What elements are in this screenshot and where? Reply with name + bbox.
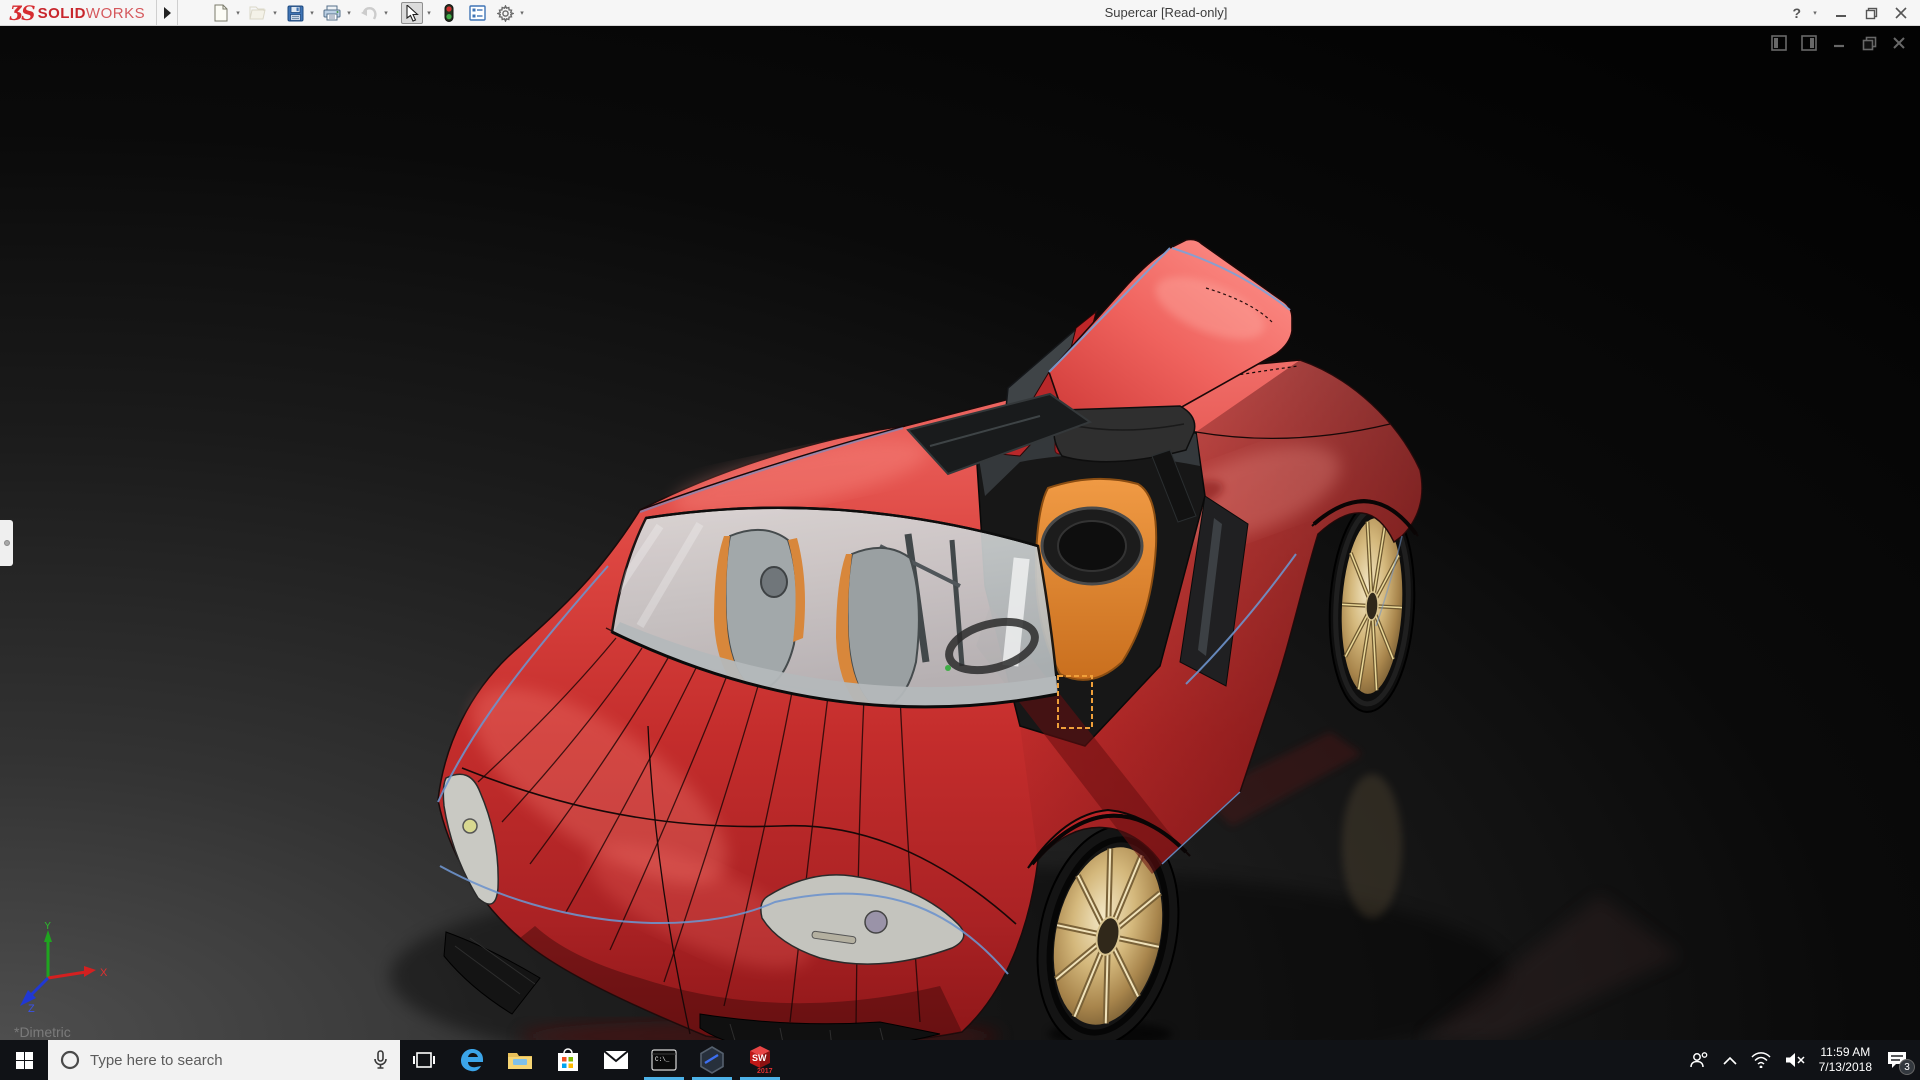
- solidworks-logo-glyph: ƷS: [10, 1, 34, 25]
- taskbar-app-mail[interactable]: [592, 1040, 640, 1080]
- document-title: Supercar [Read-only]: [1046, 0, 1286, 26]
- view-orientation-label: *Dimetric: [14, 1024, 71, 1040]
- taskbar-app-edge[interactable]: [448, 1040, 496, 1080]
- task-view-icon: [413, 1051, 435, 1069]
- options-button[interactable]: [494, 2, 516, 24]
- pane-left-icon: [1771, 35, 1787, 51]
- taskbar-app-solidworks-2017[interactable]: SW 2017: [736, 1040, 784, 1080]
- help-dropdown[interactable]: ▾: [1809, 2, 1821, 24]
- action-center-button[interactable]: 3: [1886, 1050, 1908, 1070]
- taskbar-app-file-explorer[interactable]: [496, 1040, 544, 1080]
- open-document-dropdown[interactable]: ▾: [269, 2, 281, 24]
- solidworks-logo-word: SOLIDWORKS: [38, 5, 146, 22]
- close-button[interactable]: [1888, 2, 1914, 24]
- doc-pane-left-button[interactable]: [1770, 34, 1788, 52]
- save-button[interactable]: [284, 2, 306, 24]
- taskbar-clock[interactable]: 11:59 AM 7/13/2018: [1819, 1045, 1872, 1075]
- new-document-dropdown[interactable]: ▾: [232, 2, 244, 24]
- print-dropdown[interactable]: ▾: [343, 2, 355, 24]
- graphics-viewport[interactable]: Y X Z *Dimetric: [0, 26, 1920, 1040]
- minimize-button[interactable]: [1828, 2, 1854, 24]
- edge-icon: [459, 1047, 485, 1073]
- select-tool-button[interactable]: [401, 2, 423, 24]
- close-icon: [1895, 7, 1907, 19]
- people-icon[interactable]: [1689, 1051, 1709, 1069]
- windows-taskbar: C:\_ SW 2017 11:59 AM 7/13/2018: [0, 1040, 1920, 1080]
- select-tool-dropdown[interactable]: ▾: [423, 2, 435, 24]
- minimize-icon: [1835, 7, 1847, 19]
- tab-handle-dot: [4, 540, 10, 546]
- volume-muted-icon[interactable]: [1785, 1052, 1805, 1068]
- print-button[interactable]: [321, 2, 343, 24]
- taskbar-app-task-view[interactable]: [400, 1040, 448, 1080]
- new-document-button[interactable]: [210, 2, 232, 24]
- windows-logo-icon: [16, 1052, 33, 1069]
- mail-icon: [603, 1050, 629, 1070]
- taskbar-app-microsoft-store[interactable]: [544, 1040, 592, 1080]
- triad-z-label: Z: [28, 1003, 35, 1014]
- rebuild-button[interactable]: [438, 2, 460, 24]
- options-dropdown[interactable]: ▾: [516, 2, 528, 24]
- flyout-arrow-icon: [163, 7, 171, 19]
- file-explorer-icon: [507, 1049, 533, 1071]
- orientation-triad: Y X Z: [14, 922, 114, 1014]
- doc-close-icon: [1892, 36, 1906, 50]
- save-dropdown[interactable]: ▾: [306, 2, 318, 24]
- taskbar-app-hexagon-3d[interactable]: [688, 1040, 736, 1080]
- undo-button[interactable]: [358, 2, 380, 24]
- undo-dropdown[interactable]: ▾: [380, 2, 392, 24]
- start-button[interactable]: [0, 1040, 48, 1080]
- properties-list-icon: [469, 5, 486, 21]
- doc-pane-right-button[interactable]: [1800, 34, 1818, 52]
- hexagon-app-icon: [699, 1046, 725, 1074]
- triad-x-label: X: [100, 967, 108, 979]
- chevron-up-icon[interactable]: [1723, 1056, 1737, 1065]
- app-title-bar: ƷS SOLIDWORKS ▾ ▾ ▾ ▾ ▾ ▾: [0, 0, 1920, 26]
- system-tray: 11:59 AM 7/13/2018 3: [1689, 1040, 1920, 1080]
- doc-minimize-icon: [1832, 36, 1846, 50]
- doc-minimize-button[interactable]: [1830, 34, 1848, 52]
- print-icon: [323, 5, 341, 21]
- notification-badge: 3: [1899, 1059, 1915, 1075]
- doc-restore-icon: [1862, 36, 1877, 51]
- svg-text:C:\_: C:\_: [655, 1056, 670, 1063]
- clock-time: 11:59 AM: [1819, 1045, 1872, 1060]
- svg-text:2017: 2017: [757, 1068, 773, 1075]
- document-window-controls: [1770, 34, 1908, 52]
- search-input[interactable]: [90, 1052, 363, 1069]
- restore-icon: [1865, 7, 1878, 20]
- undo-icon: [360, 6, 378, 20]
- command-prompt-icon: C:\_: [651, 1049, 677, 1071]
- solidworks-logo: ƷS SOLIDWORKS: [10, 1, 145, 25]
- supercar-3d-model[interactable]: [0, 26, 1920, 1040]
- microphone-icon[interactable]: [373, 1050, 388, 1070]
- pane-right-icon: [1801, 35, 1817, 51]
- cortana-icon: [60, 1050, 80, 1070]
- select-cursor-icon: [406, 5, 419, 22]
- save-icon: [287, 5, 304, 22]
- svg-text:SW: SW: [752, 1053, 767, 1063]
- open-document-button[interactable]: [247, 2, 269, 24]
- titlebar-controls: ? ▾: [1788, 0, 1914, 26]
- clock-date: 7/13/2018: [1819, 1060, 1872, 1075]
- new-document-icon: [213, 4, 229, 22]
- restore-button[interactable]: [1858, 2, 1884, 24]
- taskbar-search-box[interactable]: [48, 1040, 400, 1080]
- triad-y-label: Y: [44, 922, 52, 932]
- traffic-light-icon: [444, 4, 454, 22]
- doc-close-button[interactable]: [1890, 34, 1908, 52]
- wifi-icon[interactable]: [1751, 1052, 1771, 1068]
- taskbar-app-command-prompt[interactable]: C:\_: [640, 1040, 688, 1080]
- store-icon: [556, 1047, 580, 1073]
- menu-flyout-arrow[interactable]: [156, 0, 178, 25]
- open-folder-icon: [249, 5, 268, 21]
- gear-icon: [497, 5, 514, 22]
- task-pane-button[interactable]: [466, 2, 488, 24]
- solidworks-2017-icon: SW 2017: [746, 1045, 774, 1075]
- feature-manager-collapsed-tab[interactable]: [0, 520, 13, 566]
- help-button[interactable]: ?: [1788, 5, 1805, 21]
- doc-restore-button[interactable]: [1860, 34, 1878, 52]
- main-toolbar: ▾ ▾ ▾ ▾ ▾ ▾ ▾: [210, 0, 531, 26]
